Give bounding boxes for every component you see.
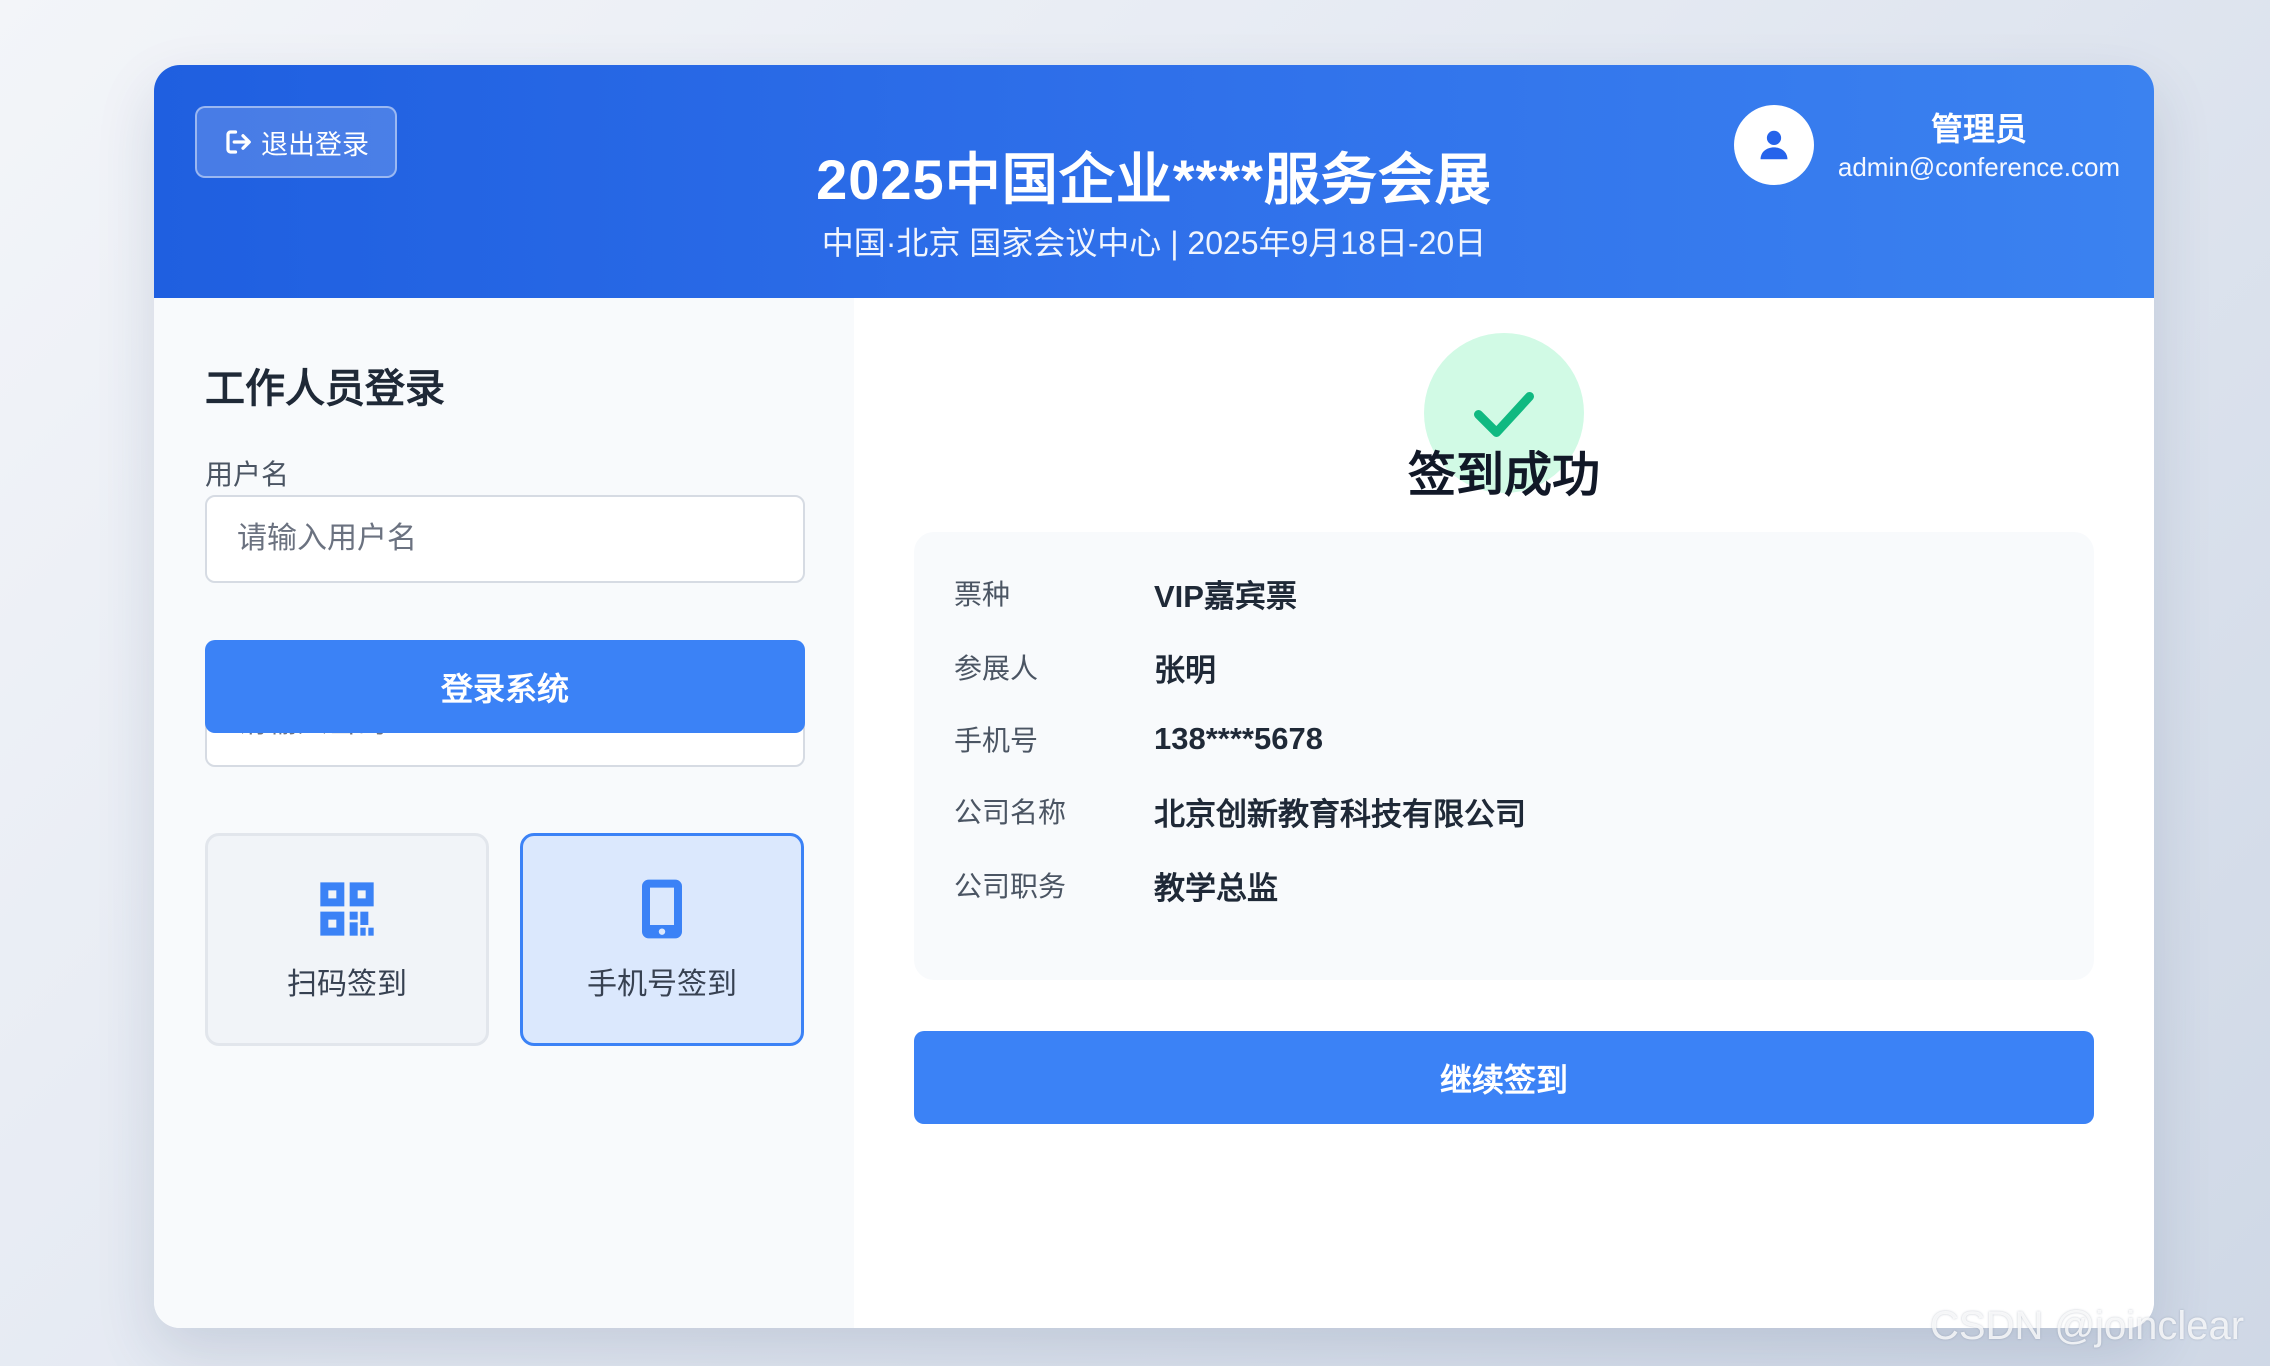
login-title: 工作人员登录 (205, 367, 445, 411)
user-email: admin@conference.com (1837, 152, 2121, 182)
phone-checkin-button[interactable]: 手机号签到 (520, 833, 804, 1046)
username-label: 用户名 (205, 459, 290, 490)
success-title: 签到成功 (1407, 449, 1600, 502)
info-value-ticket-type: VIP嘉宾票 (1154, 578, 1297, 614)
info-key-phone: 手机号 (954, 725, 1039, 756)
qr-checkin-label: 扫码签到 (287, 967, 407, 1001)
user-name: 管理员 (1930, 111, 2027, 147)
mobile-phone-icon (642, 879, 682, 938)
info-key-company: 公司名称 (954, 797, 1067, 828)
info-row: 公司名称 北京创新教育科技有限公司 (954, 786, 2054, 836)
checkin-result-panel: 签到成功 票种 VIP嘉宾票 参展人 张明 手机号 138****5678 公司… (854, 298, 2154, 1328)
event-header: 退出登录 2025中国企业****服务会展 中国·北京 国家会议中心 | 202… (154, 65, 2154, 298)
checkin-card: 退出登录 2025中国企业****服务会展 中国·北京 国家会议中心 | 202… (154, 65, 2154, 1328)
login-panel: 工作人员登录 用户名 密码 登录系统 扫码签到 手机号签 (154, 298, 854, 1328)
info-value-company: 北京创新教育科技有限公司 (1154, 796, 1526, 832)
info-row: 手机号 138****5678 (954, 714, 2054, 764)
info-value-position: 教学总监 (1154, 870, 1278, 906)
info-row: 参展人 张明 (954, 642, 2054, 692)
info-key-position: 公司职务 (954, 871, 1067, 902)
check-icon (1474, 392, 1534, 437)
info-key-ticket-type: 票种 (954, 579, 1011, 610)
attendee-info: 票种 VIP嘉宾票 参展人 张明 手机号 138****5678 公司名称 北京… (914, 532, 2094, 980)
qr-checkin-button[interactable]: 扫码签到 (205, 833, 489, 1046)
phone-checkin-label: 手机号签到 (587, 967, 737, 1001)
login-button[interactable]: 登录系统 (205, 640, 805, 733)
watermark: CSDN @joinclear (1930, 1304, 2245, 1348)
event-subtitle: 中国·北京 国家会议中心 | 2025年9月18日-20日 (821, 225, 1487, 261)
user-icon (1760, 130, 1788, 160)
avatar[interactable] (1734, 105, 1814, 185)
continue-checkin-button[interactable]: 继续签到 (914, 1031, 2094, 1124)
username-input[interactable] (205, 495, 805, 583)
info-key-attendee: 参展人 (954, 653, 1039, 684)
info-value-attendee: 张明 (1154, 652, 1216, 688)
qr-code-icon (320, 881, 374, 936)
info-row: 公司职务 教学总监 (954, 860, 2054, 910)
info-row: 票种 VIP嘉宾票 (954, 568, 2054, 618)
info-value-phone: 138****5678 (1154, 721, 1323, 756)
